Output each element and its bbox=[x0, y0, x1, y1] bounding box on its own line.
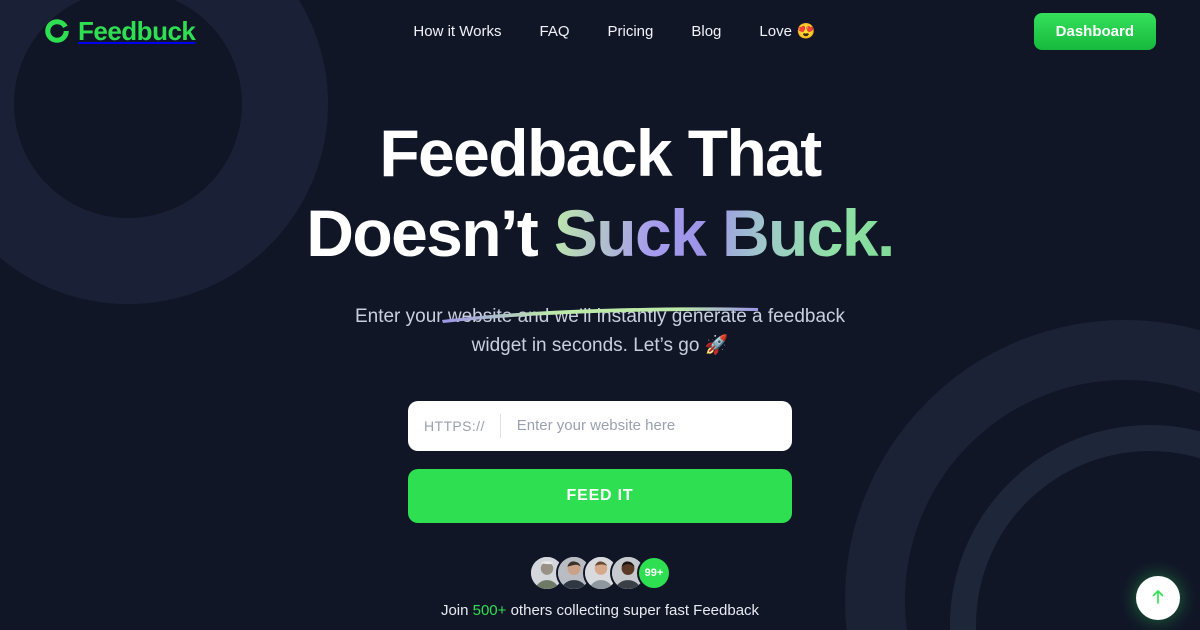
social-proof-text: Join 500+ others collecting super fast F… bbox=[441, 602, 759, 619]
arrow-up-icon bbox=[1149, 588, 1167, 609]
signup-form: HTTPS:// FEED IT bbox=[0, 400, 1200, 523]
hero-section: Feedback That Doesn’t Suck Buck. Enter y… bbox=[0, 62, 1200, 619]
scroll-to-top-button[interactable] bbox=[1136, 576, 1180, 620]
https-prefix-label: HTTPS:// bbox=[424, 413, 501, 438]
nav-label: Pricing bbox=[607, 22, 654, 40]
nav-label: FAQ bbox=[539, 22, 570, 40]
social-text-suffix: others collecting super fast Feedback bbox=[506, 601, 760, 619]
avatar-more-badge: 99+ bbox=[637, 555, 671, 590]
brand-logo[interactable]: Feedbuck bbox=[44, 15, 196, 47]
headline-line-2: Doesn’t Suck Buck. bbox=[0, 200, 1200, 323]
social-proof-count: 500+ bbox=[472, 601, 507, 619]
nav-item-love[interactable]: Love 😍 bbox=[759, 22, 816, 41]
headline-line-1: Feedback That bbox=[379, 116, 822, 190]
nav-item-pricing[interactable]: Pricing bbox=[608, 23, 654, 40]
nav-label: Love bbox=[759, 22, 792, 40]
nav-label: How it Works bbox=[413, 22, 502, 40]
subtitle-line-2: widget in seconds. Let’s go 🚀 bbox=[471, 335, 729, 357]
underline-swoosh-icon bbox=[440, 268, 760, 323]
landing-page: Feedbuck How it Works FAQ Pricing Blog L… bbox=[0, 0, 1200, 630]
website-url-field[interactable]: HTTPS:// bbox=[408, 400, 792, 451]
nav-item-faq[interactable]: FAQ bbox=[539, 23, 569, 40]
feed-it-button[interactable]: FEED IT bbox=[408, 468, 792, 523]
feedbuck-logo-mark-icon bbox=[44, 18, 70, 44]
page-title: Feedback That Doesn’t Suck Buck. bbox=[0, 120, 1200, 323]
nav-label: Blog bbox=[691, 22, 722, 40]
headline-gradient-part: Suck Buck. bbox=[553, 196, 895, 270]
social-proof: 99+ Join 500+ others collecting super fa… bbox=[0, 554, 1200, 619]
nav-item-blog[interactable]: Blog bbox=[691, 23, 721, 40]
nav-item-how-it-works[interactable]: How it Works bbox=[413, 23, 501, 40]
heart-eyes-emoji-icon: 😍 bbox=[796, 23, 816, 40]
avatar-group: 99+ bbox=[529, 554, 671, 591]
headline-plain-part: Doesn’t bbox=[306, 196, 538, 270]
site-header: Feedbuck How it Works FAQ Pricing Blog L… bbox=[0, 0, 1200, 62]
dashboard-button[interactable]: Dashboard bbox=[1033, 12, 1156, 50]
brand-name: Feedbuck bbox=[78, 15, 196, 46]
main-nav: How it Works FAQ Pricing Blog Love 😍 bbox=[413, 22, 816, 41]
social-text-prefix: Join bbox=[440, 601, 473, 619]
website-input[interactable] bbox=[500, 417, 776, 435]
